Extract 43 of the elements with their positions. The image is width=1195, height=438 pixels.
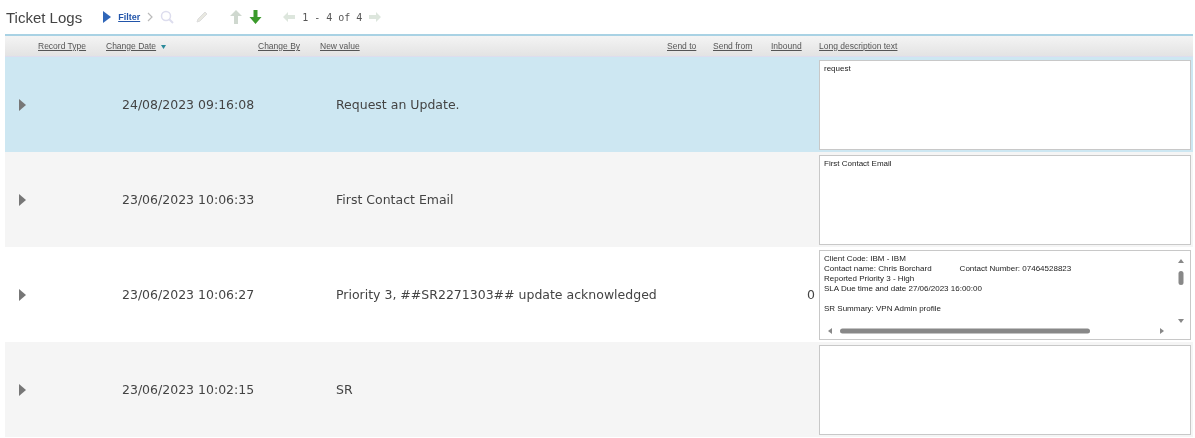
panel-title: Ticket Logs xyxy=(6,8,83,26)
new-value: First Contact Email xyxy=(336,192,454,207)
description-text: SLA Due time and date 27/06/2023 16:00:00 xyxy=(824,284,982,294)
change-date: 23/06/2023 10:06:27 xyxy=(122,287,255,302)
column-header[interactable]: Long description text xyxy=(819,41,898,51)
new-value: Priority 3, ##SR2271303## update acknowledged xyxy=(336,287,657,302)
horizontal-scrollbar[interactable] xyxy=(826,326,1166,336)
column-header[interactable]: Record Type xyxy=(38,41,87,51)
change-date: 23/06/2023 10:06:33 xyxy=(122,192,255,207)
expand-icon[interactable] xyxy=(19,98,26,111)
description-text: Contact name: Chris Borchard xyxy=(824,264,932,274)
new-value: SR xyxy=(336,382,353,397)
description-text: Contact Number: 07464528823 xyxy=(959,264,1072,274)
log-row[interactable]: 23/06/2023 10:06:33 First Contact Email First Contact Email xyxy=(5,152,1193,247)
down-arrow-icon[interactable] xyxy=(249,10,263,24)
play-icon[interactable] xyxy=(103,11,112,23)
inbound-value: 0 xyxy=(807,287,815,302)
column-header[interactable]: Change Date xyxy=(106,41,157,51)
new-value: Request an Update. xyxy=(336,97,460,112)
description-field[interactable]: request xyxy=(819,60,1191,150)
column-header[interactable]: Change By xyxy=(258,41,301,51)
description-field[interactable] xyxy=(819,345,1191,435)
column-header[interactable]: Send to xyxy=(667,41,697,51)
description-field[interactable]: Client Code: IBM - IBM Contact name: Chris Borchard Contact Number: 07464528823 Reported Priority 3 - High SLA Due time and date 27/06/2023 16:00:00 SR Summary: VPN Admin profile xyxy=(819,250,1191,340)
change-date: 24/08/2023 09:16:08 xyxy=(122,97,255,112)
log-row[interactable]: 23/06/2023 10:02:15 SR xyxy=(5,342,1193,437)
expand-icon[interactable] xyxy=(19,193,26,206)
expand-icon[interactable] xyxy=(19,383,26,396)
description-text: SR Summary: VPN Admin profile xyxy=(824,304,941,314)
column-header[interactable]: New value xyxy=(320,41,360,51)
description-text: Reported Priority 3 - High xyxy=(824,274,915,284)
filter-link[interactable]: Filter xyxy=(118,12,141,22)
expand-icon[interactable] xyxy=(19,288,26,301)
description-field[interactable]: First Contact Email xyxy=(819,155,1191,245)
sort-icon[interactable] xyxy=(161,43,167,49)
log-row[interactable]: 24/08/2023 09:16:08 Request an Update. request xyxy=(5,57,1193,152)
description-text: Client Code: IBM - IBM xyxy=(824,254,906,264)
description-text: First Contact Email xyxy=(824,159,892,169)
column-header[interactable]: Inbound xyxy=(771,41,802,51)
page-counter: 1 - 4 of 4 xyxy=(302,11,363,23)
column-header[interactable]: Send from xyxy=(713,41,753,51)
change-date: 23/06/2023 10:02:15 xyxy=(122,382,255,397)
description-text: request xyxy=(824,64,851,74)
